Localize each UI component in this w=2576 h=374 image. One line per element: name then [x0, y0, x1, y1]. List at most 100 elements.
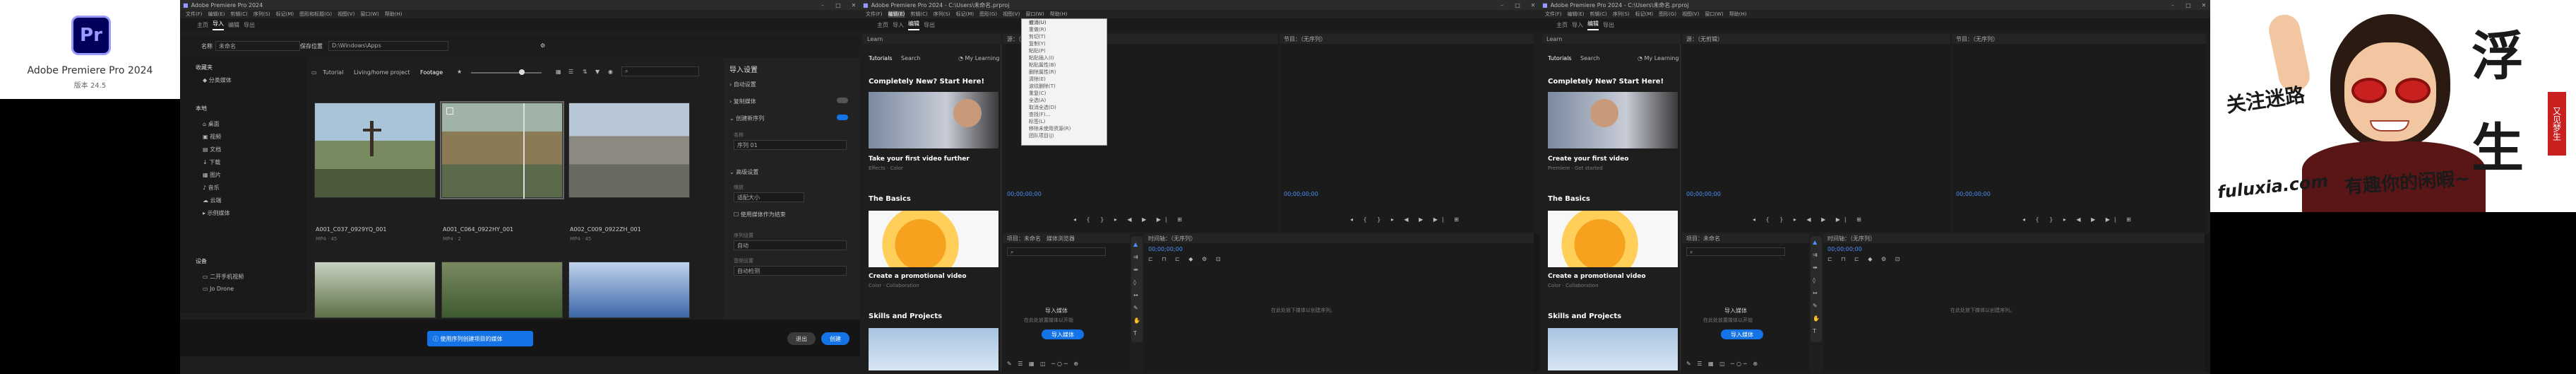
card-image-2-b[interactable]: [1548, 211, 1678, 267]
close-icon-b[interactable]: ✕: [2198, 2, 2210, 8]
selection-tool-icon-b[interactable]: ▲: [1813, 239, 1817, 245]
card-image-3-a[interactable]: [869, 328, 998, 370]
razor-icon-b[interactable]: ◊: [1813, 277, 1815, 284]
menu-item-remove-attr[interactable]: 删除属性(R): [1022, 69, 1107, 76]
tab-edit[interactable]: 编辑: [228, 21, 239, 29]
tab-a-import[interactable]: 导入: [893, 21, 904, 29]
card-title-2-a[interactable]: Create a promotional video: [869, 273, 967, 280]
tab-b-import[interactable]: 导入: [1572, 21, 1583, 29]
project-name-input[interactable]: 未命名: [215, 41, 300, 51]
cancel-button[interactable]: 退出: [787, 332, 816, 345]
tab-b-export[interactable]: 导出: [1603, 21, 1614, 29]
card-image-3-b[interactable]: [1548, 328, 1678, 370]
grid-view-icon[interactable]: ▦: [556, 69, 561, 75]
ripple-icon-a[interactable]: ⇹: [1133, 264, 1138, 276]
source-transport-b[interactable]: ◂ { } ▸ ◀ ▶ ▶| ⊞: [1753, 216, 1866, 223]
end-checkbox[interactable]: ☐ 使用媒体作为结束: [734, 211, 786, 218]
menu-edit[interactable]: 编辑(E): [208, 11, 225, 18]
close-icon[interactable]: ✕: [847, 2, 860, 8]
menu-b-sequence[interactable]: 序列(S): [1613, 11, 1630, 18]
menu-item-copy[interactable]: 复制(Y): [1022, 40, 1107, 47]
card-image-1-a[interactable]: [869, 92, 998, 148]
learn-tab-search-b[interactable]: Search: [1580, 55, 1599, 62]
menu-a-graphics[interactable]: 图形(G): [979, 11, 997, 18]
menu-item-find[interactable]: 查找(F)...: [1022, 111, 1107, 118]
menu-file[interactable]: 文件(F): [186, 11, 203, 18]
import-media-button-b[interactable]: 导入媒体: [1721, 329, 1763, 339]
toggle-new-sequence[interactable]: [837, 115, 848, 120]
menu-item-undo[interactable]: 撤消(U): [1022, 19, 1107, 26]
import-media-button-a[interactable]: 导入媒体: [1042, 329, 1084, 339]
card-title-2-b[interactable]: Create a promotional video: [1548, 273, 1646, 280]
project-search-b[interactable]: ⌕: [1686, 247, 1785, 256]
menu-b-markers[interactable]: 标记(M): [1635, 11, 1654, 18]
minimize-icon[interactable]: –: [816, 2, 829, 8]
folder-icon[interactable]: ▭: [311, 69, 317, 76]
my-learning-b[interactable]: ◔ My Learning: [1638, 55, 1678, 62]
hand-icon-b[interactable]: ✋: [1813, 315, 1820, 322]
menu-a-file[interactable]: 文件(F): [866, 11, 883, 18]
sidebar-item-music[interactable]: ♪ 音乐: [203, 184, 220, 192]
sidebar-item-device-1[interactable]: ▭ 二开手机视频: [203, 273, 244, 281]
star-icon[interactable]: ★: [457, 69, 462, 75]
search-input[interactable]: ⌕: [621, 66, 699, 76]
menu-markers[interactable]: 标记(M): [276, 11, 294, 18]
razor-icon-a[interactable]: ◊: [1133, 277, 1136, 288]
ripple-icon-b[interactable]: ⇹: [1813, 264, 1818, 271]
program-transport-a[interactable]: ◂ { } ▸ ◀ ▶ ▶| ⊞: [1350, 216, 1463, 223]
seq-name-input[interactable]: 序列 01: [734, 140, 847, 150]
selection-tool-icon-a[interactable]: ▲: [1133, 239, 1138, 250]
tab-a-export[interactable]: 导出: [924, 21, 935, 29]
menu-a-markers[interactable]: 标记(M): [956, 11, 974, 18]
menu-item-select-all[interactable]: 全选(A): [1022, 97, 1107, 104]
menu-item-redo[interactable]: 重做(R): [1022, 26, 1107, 33]
create-button[interactable]: 创建: [821, 332, 849, 345]
filter-icon[interactable]: ▼: [595, 69, 600, 75]
menu-item-paste-attr[interactable]: 粘贴属性(B): [1022, 62, 1107, 69]
tab-b-home[interactable]: 主页: [1556, 21, 1568, 29]
timeline-tools-a[interactable]: ⊏ ⊓ ⊏ ◆ ⚙ ⊡: [1148, 256, 1224, 262]
sidebar-item-desktop[interactable]: ⌂ 桌面: [203, 120, 220, 128]
type-icon-a[interactable]: T: [1133, 328, 1137, 339]
slider-handle[interactable]: [519, 69, 525, 75]
sidebar-item-recent[interactable]: ◆ 分类媒体: [203, 76, 232, 84]
location-select[interactable]: D:\Windows\Apps: [328, 41, 448, 51]
breadcrumb-2[interactable]: Living/home project: [354, 69, 410, 76]
sidebar-item-videos[interactable]: ▣ 视频: [203, 133, 221, 141]
menu-view[interactable]: 视图(V): [338, 11, 354, 18]
menu-sequence[interactable]: 序列(S): [254, 11, 270, 18]
sidebar-item-downloads[interactable]: ↓ 下载: [203, 158, 220, 166]
menu-b-window[interactable]: 窗口(W): [1705, 11, 1723, 18]
scale-select[interactable]: 适配大小: [734, 192, 804, 202]
card-title-1-a[interactable]: Take your first video further: [869, 156, 970, 163]
maximize-icon[interactable]: □: [832, 2, 845, 8]
project-search-a[interactable]: ⌕: [1007, 247, 1106, 256]
menu-item-paste-insert[interactable]: 粘贴插入(I): [1022, 54, 1107, 62]
sidebar-item-pictures[interactable]: ▦ 图片: [203, 171, 221, 179]
source-transport-a[interactable]: ◂ { } ▸ ◀ ▶ ▶| ⊞: [1073, 216, 1186, 223]
learn-tab-tutorials-a[interactable]: Tutorials: [869, 55, 893, 62]
seq-settings-select[interactable]: 自动: [734, 240, 847, 250]
menu-b-help[interactable]: 帮助(H): [1729, 11, 1747, 18]
track-select-icon-b[interactable]: ⇉: [1813, 252, 1818, 258]
menu-a-edit[interactable]: 编辑(E): [888, 11, 905, 18]
menu-item-cut[interactable]: 剪切(T): [1022, 33, 1107, 40]
sort-icon[interactable]: ⇅: [583, 69, 588, 75]
menu-item-remove-unused[interactable]: 移除未使用资源(R): [1022, 125, 1107, 132]
media-thumbnail-1[interactable]: [314, 103, 436, 198]
maximize-icon-a[interactable]: □: [1511, 2, 1524, 8]
menu-help[interactable]: 帮助(H): [385, 11, 402, 18]
menu-item-label[interactable]: 标签(L): [1022, 118, 1107, 125]
sidebar-item-device-2[interactable]: ▭ Jo Drone: [203, 286, 234, 292]
menu-clip[interactable]: 剪辑(C): [230, 11, 247, 18]
card-image-2-a[interactable]: [869, 211, 998, 267]
maximize-icon-b[interactable]: □: [2182, 2, 2195, 8]
setting-row-1[interactable]: › 自动设置: [729, 81, 756, 88]
menu-item-duplicate[interactable]: 重复(C): [1022, 90, 1107, 97]
menu-a-help[interactable]: 帮助(H): [1050, 11, 1068, 18]
menu-item-ripple-delete[interactable]: 波纹删除(T): [1022, 83, 1107, 90]
menu-b-file[interactable]: 文件(F): [1545, 11, 1562, 18]
breadcrumb-3[interactable]: Footage: [420, 69, 443, 76]
minimize-icon-a[interactable]: –: [1496, 2, 1508, 8]
settings-icon[interactable]: ⚙: [540, 42, 545, 49]
